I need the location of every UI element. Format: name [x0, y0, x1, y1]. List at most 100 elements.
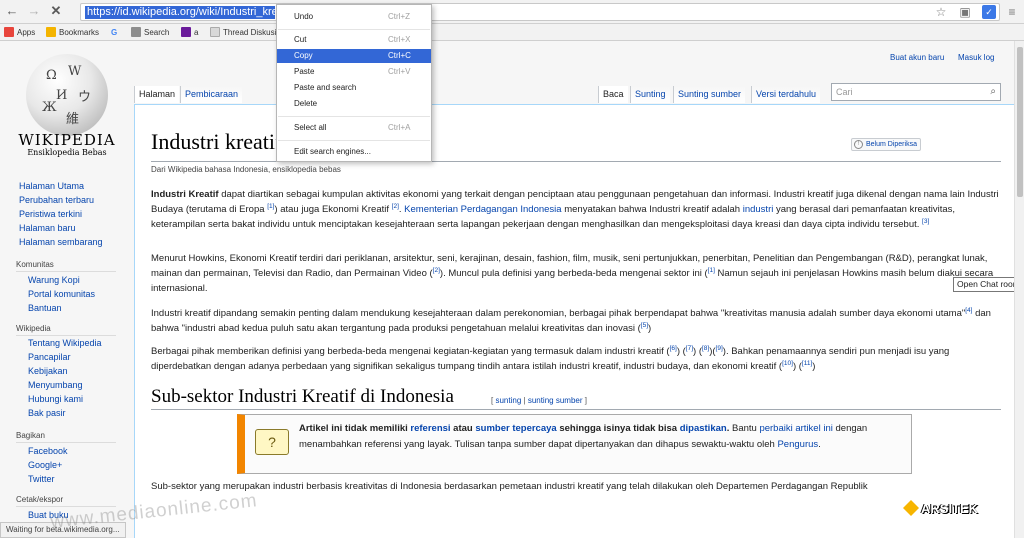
globe-glyph: W — [68, 64, 82, 79]
link-kementerian-perdagangan[interactable]: Kementerian Perdagangan Indonesia — [404, 204, 561, 215]
extension-icon[interactable]: ✓ — [982, 5, 996, 19]
sidebar-item-twitter[interactable]: Twitter — [28, 474, 55, 484]
globe-glyph: Ж — [42, 100, 57, 115]
section-edit-source-link[interactable]: sunting sumber — [528, 396, 583, 405]
stop-icon[interactable]: ✕ — [48, 3, 64, 19]
search-bookmark-icon — [131, 27, 141, 37]
tab-halaman[interactable]: Halaman — [134, 86, 180, 103]
review-status-badge[interactable]: ! Belum Diperiksa — [851, 138, 921, 151]
section-edit-link[interactable]: sunting — [495, 396, 521, 405]
sidebar-item-kebijakan[interactable]: Kebijakan — [28, 366, 68, 376]
tab-baca[interactable]: Baca — [598, 86, 628, 103]
menu-item-paste-and-search[interactable]: Paste and search — [277, 81, 431, 95]
wikipedia-globe-logo[interactable]: Ω W И ウ Ж 維 — [26, 54, 108, 136]
notice-box: ? Artikel ini tidak memiliki referensi a… — [237, 414, 912, 474]
globe-glyph: ウ — [78, 90, 92, 105]
tab-sunting-sumber[interactable]: Sunting sumber — [673, 86, 746, 103]
link-sumber-tepercaya[interactable]: sumber tepercaya — [475, 423, 556, 434]
menu-item-cut[interactable]: Cut Ctrl+X — [277, 33, 431, 47]
sidebar-item-peristiwa-terkini[interactable]: Peristiwa terkini — [19, 209, 82, 219]
menu-item-undo[interactable]: Undo Ctrl+Z — [277, 10, 431, 24]
back-icon[interactable]: ← — [4, 3, 20, 19]
wikipedia-tagline: Ensiklopedia Bebas — [27, 148, 107, 157]
apps-icon — [4, 27, 14, 37]
paragraph-2: Menurut Howkins, Ekonomi Kreatif terdiri… — [151, 253, 994, 294]
menu-item-select-all[interactable]: Select all Ctrl+A — [277, 121, 431, 135]
login-link[interactable]: Masuk log — [958, 53, 994, 62]
sidebar-item-halaman-baru[interactable]: Halaman baru — [19, 223, 76, 233]
section-divider — [151, 409, 1001, 410]
sidebar-item-menyumbang[interactable]: Menyumbang — [28, 380, 83, 390]
create-account-link[interactable]: Buat akun baru — [890, 53, 944, 62]
url-text[interactable]: https://id.wikipedia.org/wiki/Industri_k… — [85, 6, 275, 19]
tab-versi-terdahulu[interactable]: Versi terdahulu — [751, 86, 821, 103]
menu-icon[interactable]: ≡ — [1004, 4, 1020, 20]
watermark-logo: ARSITEK — [903, 497, 978, 521]
bookmark-google[interactable]: G — [111, 26, 117, 39]
arsitek-logo-icon — [903, 500, 919, 516]
link-perbaiki-artikel[interactable]: perbaiki artikel ini — [759, 423, 832, 434]
bookmark-thread-diskusi[interactable]: Thread Diskusi — [210, 26, 276, 39]
tab-pembicaraan[interactable]: Pembicaraan — [180, 86, 243, 103]
paragraph-3: Industri kreatif dipandang semakin penti… — [151, 307, 991, 334]
sidebar-item-bantuan[interactable]: Bantuan — [28, 303, 62, 313]
globe-glyph: 維 — [66, 112, 80, 127]
link-industri[interactable]: industri — [743, 204, 774, 215]
search-input[interactable]: Cari ⌕ — [831, 83, 1001, 101]
link-referensi[interactable]: referensi — [410, 423, 450, 434]
forward-icon[interactable]: → — [26, 3, 42, 19]
paragraph-4: Berbagai pihak memberikan definisi yang … — [151, 345, 950, 372]
sidebar-item-google-plus[interactable]: Google+ — [28, 460, 62, 470]
section-heading: Sub-sektor Industri Kreatif di Indonesia — [151, 386, 454, 407]
menu-separator — [278, 116, 430, 117]
bookmark-search[interactable]: Search — [131, 26, 169, 39]
sidebar-heading-komunitas[interactable]: Komunitas — [16, 260, 54, 269]
link-pengurus[interactable]: Pengurus — [777, 439, 818, 450]
sidebar-item-facebook[interactable]: Facebook — [28, 446, 68, 456]
menu-item-delete[interactable]: Delete — [277, 97, 431, 111]
sidebar-heading-cetak-ekspor[interactable]: Cetak/ekspor — [16, 495, 63, 504]
review-icon: ! — [854, 140, 863, 149]
star-bookmark-icon — [46, 27, 56, 37]
notice-text: Artikel ini tidak memiliki referensi ata… — [299, 423, 868, 450]
search-icon[interactable]: ⌕ — [990, 86, 996, 97]
bookmarks-bar: Apps Bookmarks G Search a Thread Diskusi — [0, 24, 1024, 41]
camera-icon[interactable]: ▣ — [957, 4, 973, 20]
page-viewport: Ω W И ウ Ж 維 WIKIPEDIA Ensiklopedia Bebas… — [0, 41, 1014, 538]
sidebar-item-perubahan-terbaru[interactable]: Perubahan terbaru — [19, 195, 94, 205]
tab-sunting[interactable]: Sunting — [630, 86, 670, 103]
menu-item-paste[interactable]: Paste Ctrl+V — [277, 65, 431, 79]
page-title: Industri kreatif — [151, 129, 283, 154]
sidebar-item-tentang-wikipedia[interactable]: Tentang Wikipedia — [28, 338, 102, 348]
search-placeholder: Cari — [836, 87, 853, 97]
sidebar-item-pancapilar[interactable]: Pancapilar — [28, 352, 71, 362]
sidebar-item-bak-pasir[interactable]: Bak pasir — [28, 408, 66, 418]
sidebar-heading-bagikan[interactable]: Bagikan — [16, 431, 45, 440]
page-scrollbar[interactable] — [1014, 41, 1024, 538]
globe-glyph: И — [56, 88, 68, 103]
tooltip: Open Chat room — [953, 277, 1014, 292]
address-bar[interactable]: https://id.wikipedia.org/wiki/Industri_k… — [80, 3, 1000, 21]
menu-item-edit-search-engines[interactable]: Edit search engines... — [277, 145, 431, 159]
sidebar-heading-wikipedia[interactable]: Wikipedia — [16, 324, 51, 333]
article-tagline: Dari Wikipedia bahasa Indonesia, ensiklo… — [151, 165, 341, 174]
sidebar-item-halaman-sembarang[interactable]: Halaman sembarang — [19, 237, 103, 247]
wikipedia-wordmark: WIKIPEDIA — [18, 131, 116, 149]
bookmark-bookmarks[interactable]: Bookmarks — [46, 26, 99, 39]
star-icon[interactable]: ☆ — [933, 4, 949, 20]
bookmark-apps[interactable]: Apps — [4, 26, 35, 39]
bookmark-a[interactable]: a — [181, 26, 198, 39]
sidebar-divider — [16, 335, 116, 336]
sidebar-item-halaman-utama[interactable]: Halaman Utama — [19, 181, 84, 191]
paragraph-5: Sub-sektor yang merupakan industri berba… — [151, 481, 868, 492]
sidebar-item-hubungi-kami[interactable]: Hubungi kami — [28, 394, 83, 404]
article-content: Industri kreatif ! Belum Diperiksa Dari W… — [134, 104, 1014, 538]
link-dipastikan[interactable]: dipastikan — [680, 423, 727, 434]
browser-toolbar: ← → ✕ https://id.wikipedia.org/wiki/Indu… — [0, 0, 1024, 24]
sidebar-item-portal-komunitas[interactable]: Portal komunitas — [28, 289, 95, 299]
scrollbar-thumb[interactable] — [1017, 47, 1023, 197]
sidebar-item-warung-kopi[interactable]: Warung Kopi — [28, 275, 80, 285]
globe-glyph: Ω — [46, 68, 57, 83]
menu-item-copy[interactable]: Copy Ctrl+C — [277, 49, 431, 63]
book-question-icon: ? — [255, 429, 289, 455]
